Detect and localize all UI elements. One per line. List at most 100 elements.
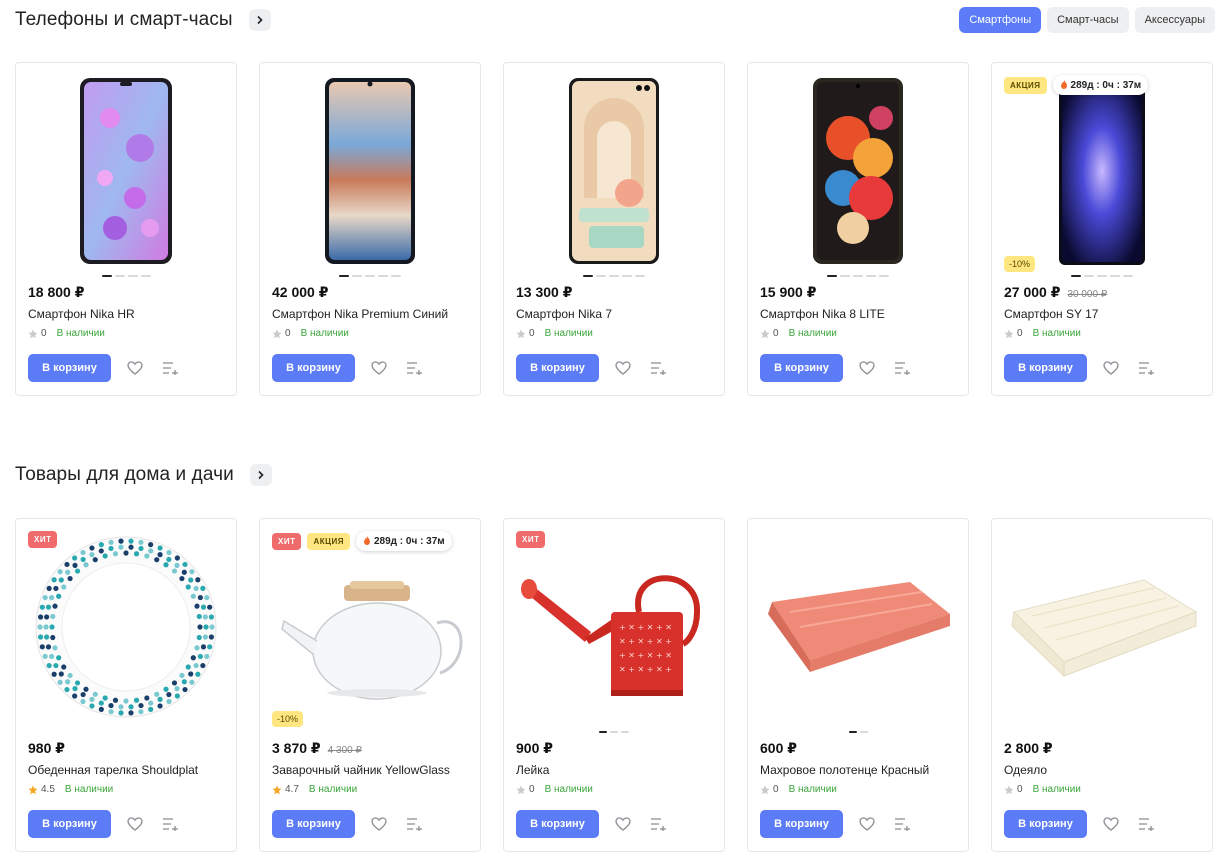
compare-list-icon (1139, 362, 1154, 375)
favorite-button[interactable] (613, 358, 633, 378)
product-name[interactable]: Смартфон Nika Premium Синий (272, 307, 448, 321)
favorite-button[interactable] (1101, 358, 1121, 378)
image-pager[interactable] (260, 275, 480, 277)
product-card[interactable]: ХИТ 980 ₽ Обеденная тарелка Shouldplat 4… (15, 518, 237, 852)
product-name[interactable]: Смартфон SY 17 (1004, 307, 1098, 321)
stock-status: В наличии (1032, 328, 1081, 339)
add-to-cart-button[interactable]: В корзину (516, 354, 599, 382)
favorite-button[interactable] (125, 358, 145, 378)
compare-button[interactable] (649, 358, 669, 378)
heart-icon (127, 361, 143, 375)
product-name[interactable]: Смартфон Nika HR (28, 307, 135, 321)
image-pager[interactable] (748, 275, 968, 277)
product-image[interactable] (260, 63, 480, 278)
compare-button[interactable] (1137, 814, 1157, 834)
chevron-right-icon (258, 470, 264, 480)
product-image[interactable] (260, 519, 480, 734)
phone-image (325, 77, 415, 264)
product-name[interactable]: Смартфон Nika 7 (516, 307, 612, 321)
product-image[interactable] (16, 519, 236, 734)
product-image[interactable] (16, 63, 236, 278)
watering-can-image: + ✕ + ✕ + ✕ ✕ + ✕ + ✕ + + ✕ + ✕ + ✕ ✕ + … (521, 574, 701, 696)
product-image[interactable] (748, 519, 968, 734)
add-to-cart-button[interactable]: В корзину (272, 810, 355, 838)
product-name[interactable]: Заварочный чайник YellowGlass (272, 763, 450, 777)
product-card[interactable]: + ✕ + ✕ + ✕ ✕ + ✕ + ✕ + + ✕ + ✕ + ✕ ✕ + … (503, 518, 725, 852)
compare-button[interactable] (649, 814, 669, 834)
product-name[interactable]: Смартфон Nika 8 LITE (760, 307, 885, 321)
compare-button[interactable] (1137, 358, 1157, 378)
compare-list-icon (651, 818, 666, 831)
compare-list-icon (651, 362, 666, 375)
product-price: 2 800 ₽ (1004, 740, 1053, 756)
favorite-button[interactable] (1101, 814, 1121, 834)
product-image[interactable]: + ✕ + ✕ + ✕ ✕ + ✕ + ✕ + + ✕ + ✕ + ✕ ✕ + … (504, 519, 724, 734)
product-card[interactable]: ХИТ АКЦИЯ 289д : 0ч : 37м -10% 3 870 ₽ 4… (259, 518, 481, 852)
section-more-button[interactable] (248, 9, 271, 31)
image-pager[interactable] (992, 275, 1212, 277)
towel-image (768, 581, 950, 672)
add-to-cart-button[interactable]: В корзину (1004, 810, 1087, 838)
product-image[interactable] (748, 63, 968, 278)
product-name[interactable]: Одеяло (1004, 763, 1047, 777)
tab-smartphones[interactable]: Смартфоны (959, 7, 1042, 33)
add-to-cart-button[interactable]: В корзину (760, 354, 843, 382)
add-to-cart-button[interactable]: В корзину (272, 354, 355, 382)
add-to-cart-button[interactable]: В корзину (760, 810, 843, 838)
compare-button[interactable] (405, 358, 425, 378)
stock-status: В наличии (56, 328, 105, 339)
image-pager[interactable] (504, 275, 724, 277)
product-rating: 0 (529, 328, 535, 339)
add-to-cart-button[interactable]: В корзину (516, 810, 599, 838)
discount-badge: -10% (1004, 256, 1036, 272)
favorite-button[interactable] (369, 358, 389, 378)
image-pager[interactable] (504, 731, 724, 733)
section-title: Товары для дома и дачи (15, 464, 234, 485)
tab-smartwatches[interactable]: Смарт-часы (1047, 7, 1129, 33)
add-to-cart-button[interactable]: В корзину (1004, 354, 1087, 382)
product-image[interactable] (992, 63, 1212, 278)
compare-list-icon (407, 818, 422, 831)
tab-accessories[interactable]: Аксессуары (1134, 7, 1215, 33)
stock-status: В наличии (544, 328, 593, 339)
compare-button[interactable] (161, 358, 181, 378)
add-to-cart-button[interactable]: В корзину (28, 810, 111, 838)
svg-text:✕ + ✕ + ✕ +: ✕ + ✕ + ✕ + (619, 665, 672, 674)
section-more-button[interactable] (249, 464, 272, 486)
product-card[interactable]: 2 800 ₽ Одеяло 0 В наличии В корзину (991, 518, 1213, 852)
compare-button[interactable] (893, 814, 913, 834)
product-card[interactable]: 13 300 ₽ Смартфон Nika 7 0 В наличии В к… (503, 62, 725, 396)
image-pager[interactable] (16, 275, 236, 277)
heart-icon (1103, 361, 1119, 375)
svg-text:+ ✕ + ✕ + ✕: + ✕ + ✕ + ✕ (619, 623, 672, 632)
product-card[interactable]: 42 000 ₽ Смартфон Nika Premium Синий 0 В… (259, 62, 481, 396)
product-name[interactable]: Лейка (516, 763, 549, 777)
promo-timer-text: 289д : 0ч : 37м (374, 535, 445, 547)
hit-badge: ХИТ (28, 531, 58, 548)
star-icon (1004, 785, 1014, 794)
compare-button[interactable] (161, 814, 181, 834)
chevron-right-icon (257, 15, 263, 25)
favorite-button[interactable] (857, 358, 877, 378)
badge-row: ХИТ (516, 531, 546, 548)
favorite-button[interactable] (857, 814, 877, 834)
product-name[interactable]: Махровое полотенце Красный (760, 763, 929, 777)
product-name[interactable]: Обеденная тарелка Shouldplat (28, 763, 198, 777)
favorite-button[interactable] (369, 814, 389, 834)
compare-button[interactable] (405, 814, 425, 834)
add-to-cart-button[interactable]: В корзину (28, 354, 111, 382)
product-card[interactable]: 15 900 ₽ Смартфон Nika 8 LITE 0 В наличи… (747, 62, 969, 396)
product-image[interactable] (504, 63, 724, 278)
compare-list-icon (895, 818, 910, 831)
star-icon (272, 785, 282, 794)
product-card[interactable]: АКЦИЯ 289д : 0ч : 37м -10% 27 000 ₽ 30 0… (991, 62, 1213, 396)
section-phones: Телефоны и смарт-часы Смартфоны Смарт-ча… (0, 0, 1230, 400)
image-pager[interactable] (748, 731, 968, 733)
product-card[interactable]: 18 800 ₽ Смартфон Nika HR 0 В наличии В … (15, 62, 237, 396)
compare-button[interactable] (893, 358, 913, 378)
product-card[interactable]: 600 ₽ Махровое полотенце Красный 0 В нал… (747, 518, 969, 852)
product-image[interactable] (992, 519, 1212, 734)
favorite-button[interactable] (125, 814, 145, 834)
favorite-button[interactable] (613, 814, 633, 834)
product-price: 900 ₽ (516, 740, 553, 756)
